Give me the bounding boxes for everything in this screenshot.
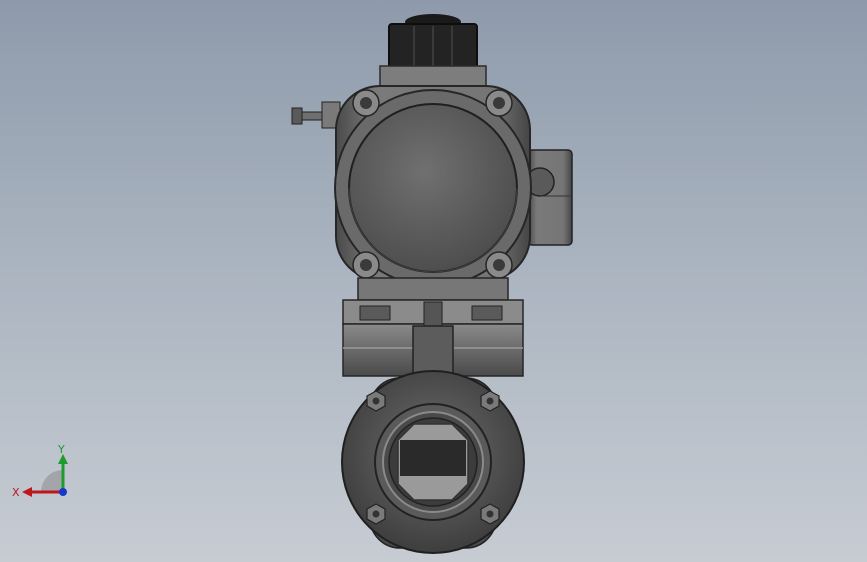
- valve-bolt-top-left: [366, 390, 386, 412]
- graphics-viewport[interactable]: Y X: [0, 0, 867, 562]
- bolt-top-right: [485, 89, 513, 117]
- valve-bolt-top-right: [480, 390, 500, 412]
- triad-plane: [41, 470, 63, 492]
- bolt-top-left: [352, 89, 380, 117]
- reference-triad: Y X: [12, 443, 68, 499]
- valve-bolt-bottom-right: [480, 503, 500, 525]
- bolt-bottom-right: [485, 251, 513, 279]
- side-screw: [291, 101, 341, 129]
- x-axis-label: X: [12, 486, 20, 499]
- actuator-cover: [348, 103, 518, 273]
- side-port: [525, 149, 573, 246]
- bolt-bottom-left: [352, 251, 380, 279]
- housing-skirt: [357, 277, 509, 301]
- top-knob: [388, 14, 478, 69]
- z-axis-dot: [59, 488, 67, 496]
- y-axis-label: Y: [57, 443, 65, 456]
- valve-actuator-model[interactable]: [0, 0, 867, 562]
- valve-bolt-bottom-left: [366, 503, 386, 525]
